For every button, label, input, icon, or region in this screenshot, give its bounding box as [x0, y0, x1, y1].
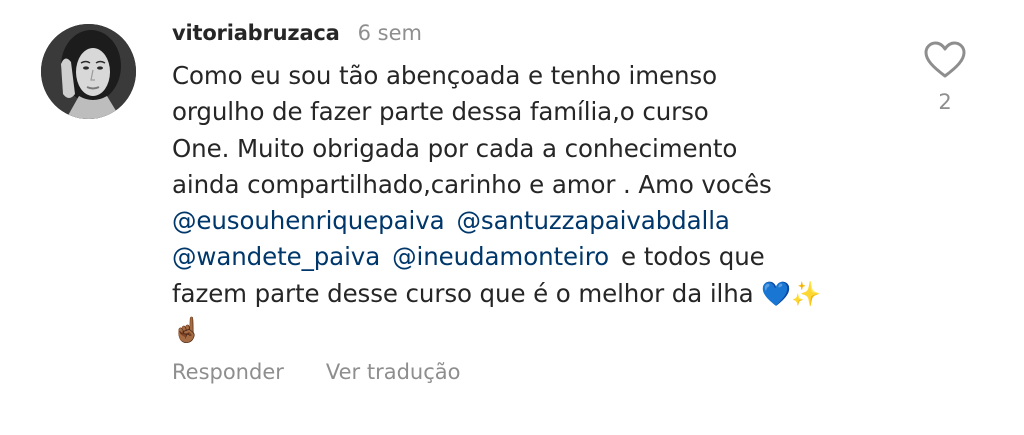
comment-line-3: One. Muito obrigada por cada a conhecime… [172, 133, 738, 163]
comment-text-fragment: fazem parte desse curso que é o melhor d… [172, 278, 754, 308]
mention-link[interactable]: @santuzzapaivabdalla [457, 206, 730, 235]
pointing-up-emoji: ☝🏾 [172, 316, 202, 345]
comment-line-4: ainda compartilhado,carinho e amor . Amo… [172, 169, 772, 199]
comment-line-2: orgulho de fazer parte dessa família,o c… [172, 97, 709, 127]
comment-line-8: ☝🏾 [172, 312, 912, 348]
timestamp: 6 sem [357, 21, 422, 45]
avatar[interactable] [41, 24, 136, 119]
comment-header: vitoriabruzaca 6 sem [172, 21, 422, 49]
comment-line-5: @eusouhenriquepaiva @santuzzapaivabdalla [172, 203, 912, 239]
comment-line-7: fazem parte desse curso que é o melhor d… [172, 276, 912, 312]
comment-item: vitoriabruzaca 6 sem Como eu sou tão abe… [0, 0, 1024, 435]
avatar-photo [41, 24, 136, 119]
mention-link[interactable]: @eusouhenriquepaiva [172, 206, 445, 235]
mention-link[interactable]: @wandete_paiva [172, 242, 380, 271]
comment-line-6: @wandete_paiva @ineudamonteiro e todos que [172, 239, 912, 275]
username[interactable]: vitoriabruzaca [172, 21, 340, 45]
like-count: 2 [938, 90, 952, 114]
reply-button[interactable]: Responder [172, 360, 284, 384]
blue-heart-emoji: 💙 [761, 279, 792, 308]
like-button[interactable] [923, 40, 967, 80]
sparkles-emoji: ✨ [791, 279, 821, 308]
heart-outline-icon [924, 41, 966, 78]
comment-text-fragment: e todos que [621, 242, 765, 272]
comment-text: Como eu sou tão abençoada e tenho imenso… [172, 58, 912, 348]
comment-line-1: Como eu sou tão abençoada e tenho imenso [172, 61, 717, 90]
see-translation-button[interactable]: Ver tradução [326, 360, 461, 384]
comment-actions: Responder Ver tradução [172, 360, 461, 384]
mention-link[interactable]: @ineudamonteiro [392, 242, 609, 271]
